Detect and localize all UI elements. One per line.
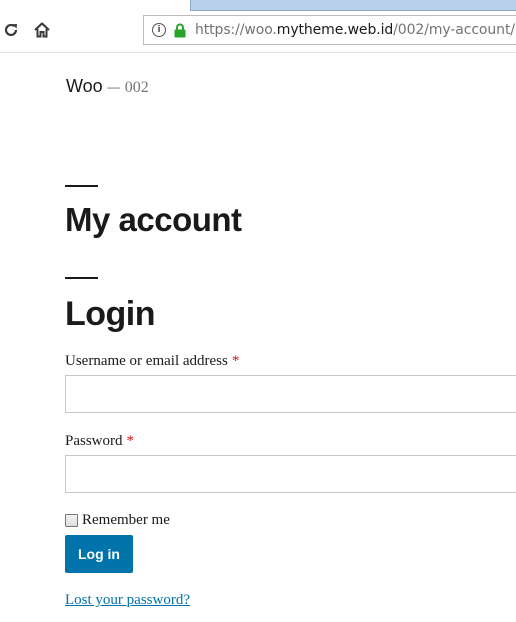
- username-label: Username or email address *: [65, 353, 239, 370]
- url-path: /002/my-account/: [393, 22, 515, 38]
- password-label: Password *: [65, 433, 134, 450]
- login-heading: Login: [65, 295, 156, 333]
- home-icon: [34, 22, 50, 38]
- password-field[interactable]: [65, 455, 516, 493]
- reload-icon: [4, 23, 18, 37]
- section-divider: [65, 277, 98, 279]
- site-description: 002: [124, 79, 149, 96]
- url-prefix: https://woo.: [195, 22, 277, 38]
- home-button[interactable]: [31, 19, 53, 41]
- username-field[interactable]: [65, 375, 516, 413]
- url-text[interactable]: https://woo.mytheme.web.id/002/my-accoun…: [195, 22, 515, 38]
- page-title: My account: [65, 201, 242, 238]
- address-bar[interactable]: i https://woo.mytheme.web.id/002/my-acco…: [143, 15, 516, 45]
- site-branding: Woo —002: [66, 76, 149, 97]
- required-marker: *: [126, 433, 135, 449]
- remember-me-checkbox[interactable]: [65, 514, 78, 527]
- lost-password-link[interactable]: Lost your password?: [65, 592, 190, 609]
- info-icon[interactable]: i: [152, 23, 166, 37]
- site-name-link[interactable]: Woo: [66, 76, 103, 96]
- browser-toolbar: i https://woo.mytheme.web.id/002/my-acco…: [0, 0, 516, 53]
- tab-strip: [190, 0, 516, 11]
- url-host: mytheme.web.id: [276, 22, 394, 38]
- title-divider: [65, 185, 98, 187]
- login-button[interactable]: Log in: [65, 535, 133, 573]
- password-label-text: Password: [65, 433, 123, 449]
- remember-me-row: Remember me: [65, 512, 170, 529]
- reload-button[interactable]: [0, 19, 22, 41]
- remember-me-label[interactable]: Remember me: [82, 512, 170, 529]
- username-label-text: Username or email address: [65, 353, 228, 369]
- required-marker: *: [231, 353, 240, 369]
- lock-icon[interactable]: [174, 23, 186, 38]
- site-separator: —: [106, 80, 121, 96]
